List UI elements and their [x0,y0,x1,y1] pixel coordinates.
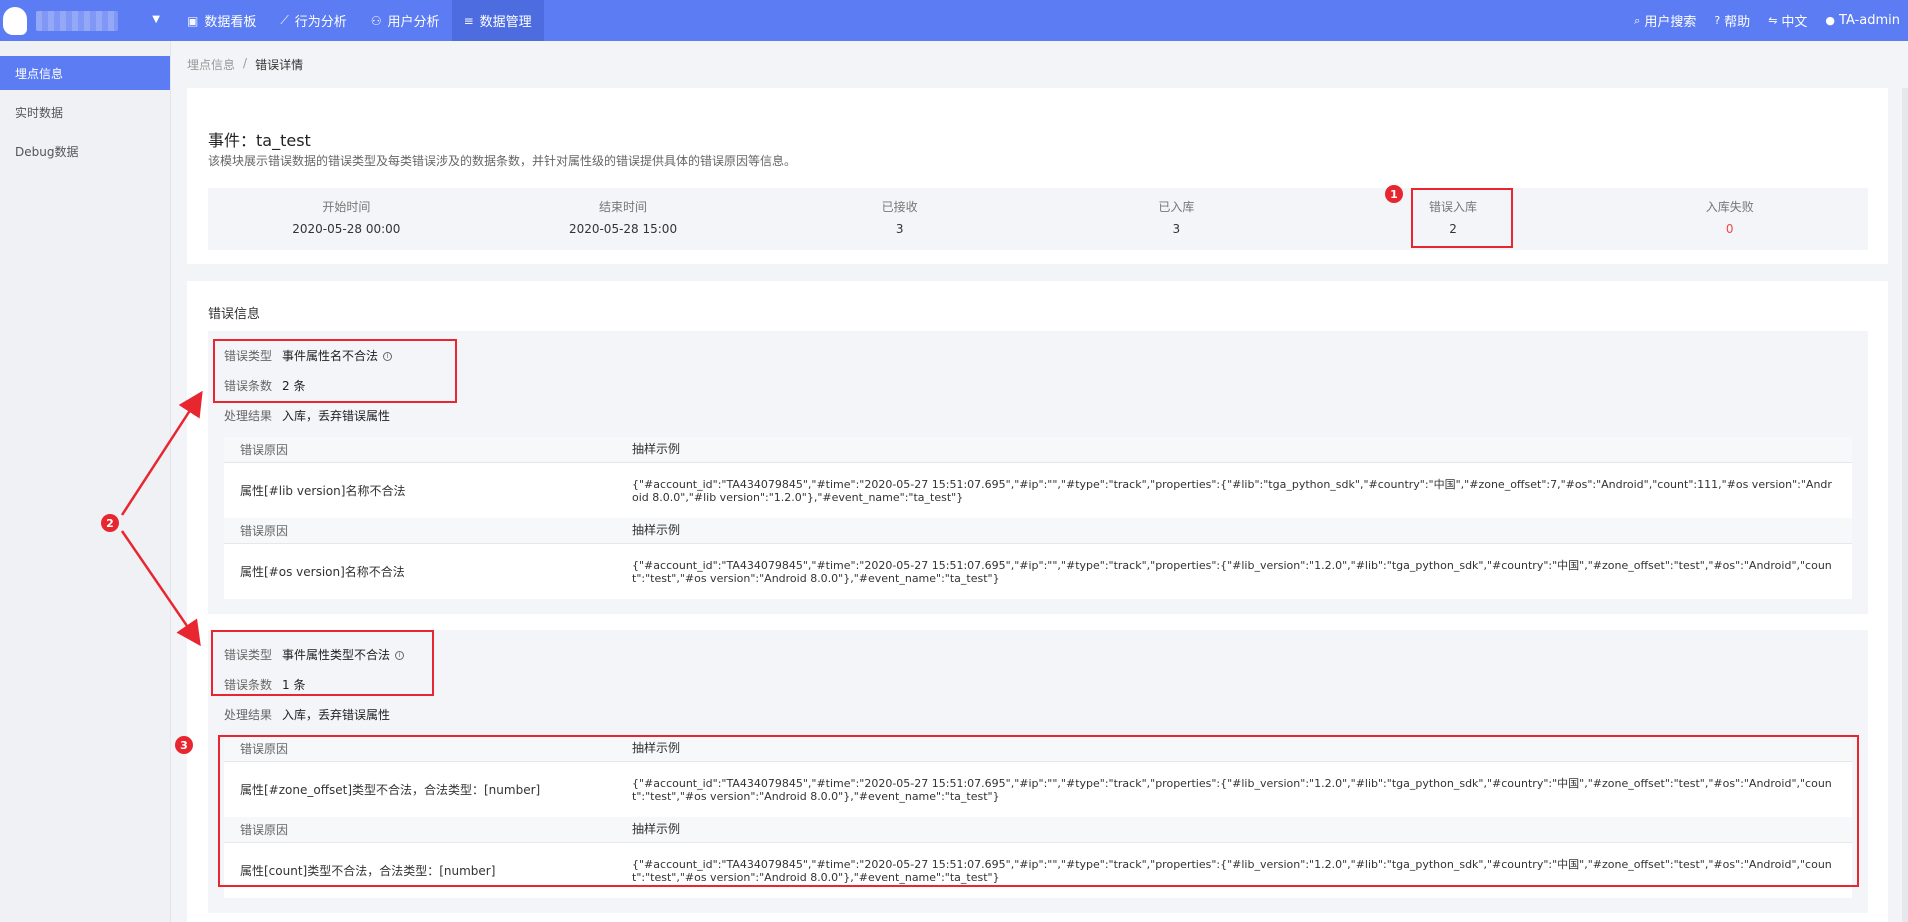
account-menu[interactable]: ● TA-admin [1825,13,1900,28]
annotation-box-error-type-2 [211,630,434,696]
user-search-label: 用户搜索 [1644,15,1697,30]
annotation-box-error-stored [1411,188,1513,248]
sidebar-item-realtime-data[interactable]: 实时数据 [0,95,170,129]
annotation-badge-1: 1 [1385,185,1403,203]
language-icon: ⇋ [1768,14,1778,27]
event-title: 事件：ta_test [208,131,311,150]
top-right-actions: ⌕ 用户搜索 ? 帮助 ⇋ 中文 ● TA-admin [1634,0,1900,41]
sample-json: {"#account_id":"TA434079845","#time":"20… [632,477,1832,504]
stat-value: 3 [1172,222,1181,236]
handling-result-row: 处理结果 入库，丢弃错误属性 [224,706,390,723]
dashboard-icon: ▣ [187,13,199,28]
project-name-blurred [36,10,118,31]
annotation-badge-2: 2 [101,514,119,532]
annotation-box-error-type-1 [213,339,457,403]
nav-label: 数据管理 [479,15,532,30]
event-overview-panel: 事件：ta_test 该模块展示错误数据的错误类型及每类错误涉及的数据条数，并针… [187,88,1888,264]
error-detail-card: 错误原因 抽样示例 属性[#lib version]名称不合法 {"#accou… [224,437,1852,518]
user-search-link[interactable]: ⌕ 用户搜索 [1634,11,1697,31]
sample-json: {"#account_id":"TA434079845","#time":"20… [632,558,1832,585]
stat-end-time: 结束时间 2020-05-28 15:00 [485,188,762,250]
event-description: 该模块展示错误数据的错误类型及每类错误涉及的数据条数，并针对属性级的错误提供具体… [208,154,797,168]
stat-value: 0 [1725,222,1734,236]
stat-label: 已接收 [881,200,918,214]
nav-behavior-analysis[interactable]: ⟋ 行为分析 [268,0,358,41]
handling-result-value: 入库，丢弃错误属性 [282,409,391,423]
nav-label: 数据看板 [204,15,257,30]
error-detail-card: 错误原因 抽样示例 属性[#os version]名称不合法 {"#accoun… [224,518,1852,599]
search-icon: ⌕ [1634,13,1641,27]
stat-start-time: 开始时间 2020-05-28 00:00 [208,188,485,250]
breadcrumb: 埋点信息 / 错误详情 [187,56,303,73]
line-chart-icon: ⟋ [280,13,289,27]
nav-label: 行为分析 [294,15,347,30]
sidebar: 埋点信息 实时数据 Debug数据 [0,41,171,922]
annotation-box-error-details [218,735,1859,887]
stat-label: 入库失败 [1705,200,1754,214]
user-icon: ⚇ [370,13,382,28]
help-icon: ? [1714,14,1721,27]
handling-result-label: 处理结果 [224,708,273,722]
stat-stored: 已入库 3 [1038,188,1315,250]
top-navigation-bar: ▼ ▣ 数据看板 ⟋ 行为分析 ⚇ 用户分析 ≡ 数据管理 ⌕ 用户搜索 ? 帮… [0,0,1908,41]
sample-header: 抽样示例 [632,523,681,537]
breadcrumb-current: 错误详情 [255,58,304,72]
stat-label: 结束时间 [599,200,648,214]
nav-data-management[interactable]: ≡ 数据管理 [451,0,544,41]
error-reason: 属性[#os version]名称不合法 [240,565,405,579]
help-label: 帮助 [1724,15,1751,30]
stats-bar: 开始时间 2020-05-28 00:00 结束时间 2020-05-28 15… [208,188,1868,250]
error-reason: 属性[#lib version]名称不合法 [240,484,406,498]
brain-logo-icon [3,6,27,35]
error-group: 错误类型 事件属性名不合法 i 错误条数 2 条 处理结果 入库，丢弃错误属性 错… [208,331,1868,614]
error-detail-row: 属性[#os version]名称不合法 {"#account_id":"TA4… [224,544,1852,599]
handling-result-label: 处理结果 [224,409,273,423]
sample-header: 抽样示例 [632,442,681,456]
error-detail-header: 错误原因 抽样示例 [224,518,1852,544]
error-detail-row: 属性[#lib version]名称不合法 {"#account_id":"TA… [224,463,1852,518]
breadcrumb-separator: / [243,56,248,70]
stat-store-failed: 入库失败 0 [1591,188,1868,250]
stat-value: 3 [895,222,904,236]
stat-value: 2020-05-28 15:00 [568,222,678,236]
reason-header: 错误原因 [240,524,289,538]
reason-header: 错误原因 [240,443,289,457]
nav-user-analysis[interactable]: ⚇ 用户分析 [359,0,452,41]
account-label: TA-admin [1839,13,1900,28]
error-detail-header: 错误原因 抽样示例 [224,437,1852,463]
section-title: 错误信息 [208,307,261,322]
page-scrollbar[interactable] [1902,88,1908,922]
sidebar-item-tracking-info[interactable]: 埋点信息 [0,56,170,90]
nav-label: 用户分析 [387,15,440,30]
caret-down-icon: ▼ [152,14,160,25]
main-nav: ▣ 数据看板 ⟋ 行为分析 ⚇ 用户分析 ≡ 数据管理 [175,0,544,41]
project-selector[interactable]: ▼ [36,6,170,35]
help-link[interactable]: ? 帮助 [1714,11,1750,30]
breadcrumb-parent[interactable]: 埋点信息 [187,56,235,73]
stat-received: 已接收 3 [761,188,1038,250]
stat-label: 已入库 [1158,200,1195,214]
handling-result-value: 入库，丢弃错误属性 [282,708,391,722]
nav-dashboard[interactable]: ▣ 数据看板 [175,0,268,41]
language-switch[interactable]: ⇋ 中文 [1768,11,1807,30]
language-label: 中文 [1781,15,1808,30]
annotation-badge-3: 3 [175,736,193,754]
account-icon: ● [1825,14,1836,27]
stat-label: 开始时间 [322,200,371,214]
stat-value: 2020-05-28 00:00 [292,222,401,236]
sidebar-item-debug-data[interactable]: Debug数据 [0,134,170,168]
logo[interactable] [0,0,30,41]
database-icon: ≡ [463,13,474,28]
handling-result-row: 处理结果 入库，丢弃错误属性 [224,407,390,424]
